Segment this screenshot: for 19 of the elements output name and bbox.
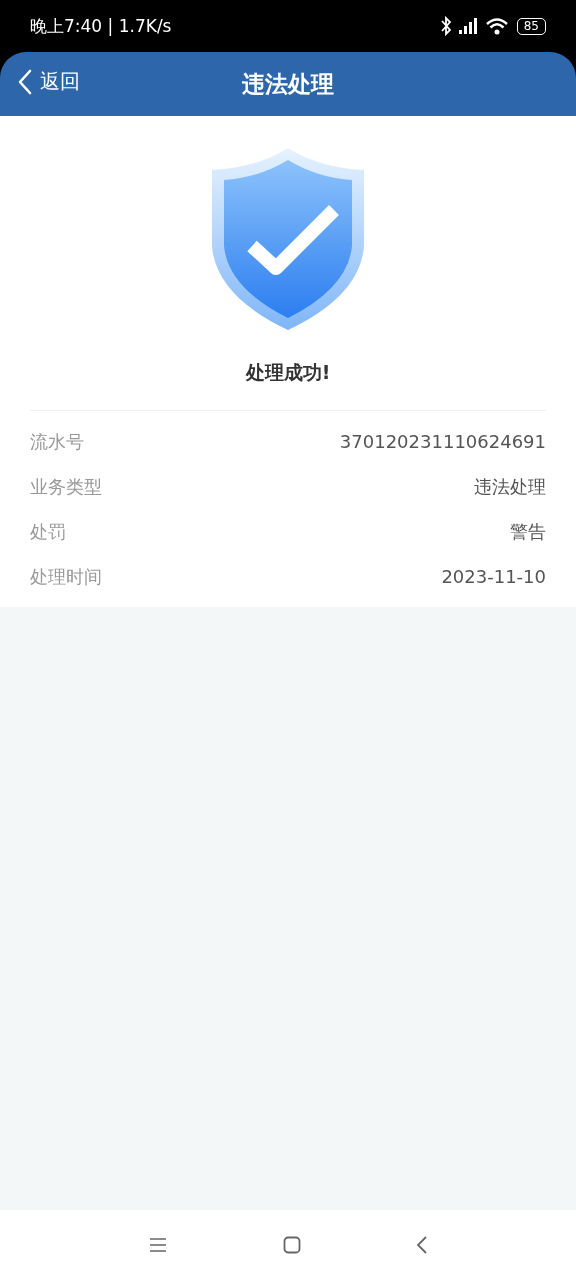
shield-check-icon	[210, 146, 366, 332]
detail-label: 流水号	[30, 429, 84, 454]
page-title: 违法处理	[242, 69, 334, 99]
detail-value: 违法处理	[474, 474, 546, 499]
status-time: 晚上7:40 | 1.7K/s	[30, 14, 172, 38]
wifi-icon	[484, 16, 509, 36]
back-nav-icon[interactable]	[416, 1235, 428, 1255]
home-square-icon[interactable]	[283, 1236, 301, 1254]
battery-indicator: 85	[516, 17, 546, 35]
detail-label: 处罚	[30, 519, 66, 544]
detail-label: 业务类型	[30, 474, 102, 499]
detail-value: 370120231110624691	[339, 431, 546, 452]
menu-icon[interactable]	[148, 1237, 168, 1253]
back-button[interactable]: 返回	[18, 68, 80, 95]
success-message: 处理成功!	[245, 360, 331, 385]
bluetooth-icon	[438, 16, 453, 36]
detail-value: 警告	[510, 519, 546, 544]
detail-label: 处理时间	[30, 564, 102, 589]
detail-value: 2023-11-10	[441, 566, 546, 587]
